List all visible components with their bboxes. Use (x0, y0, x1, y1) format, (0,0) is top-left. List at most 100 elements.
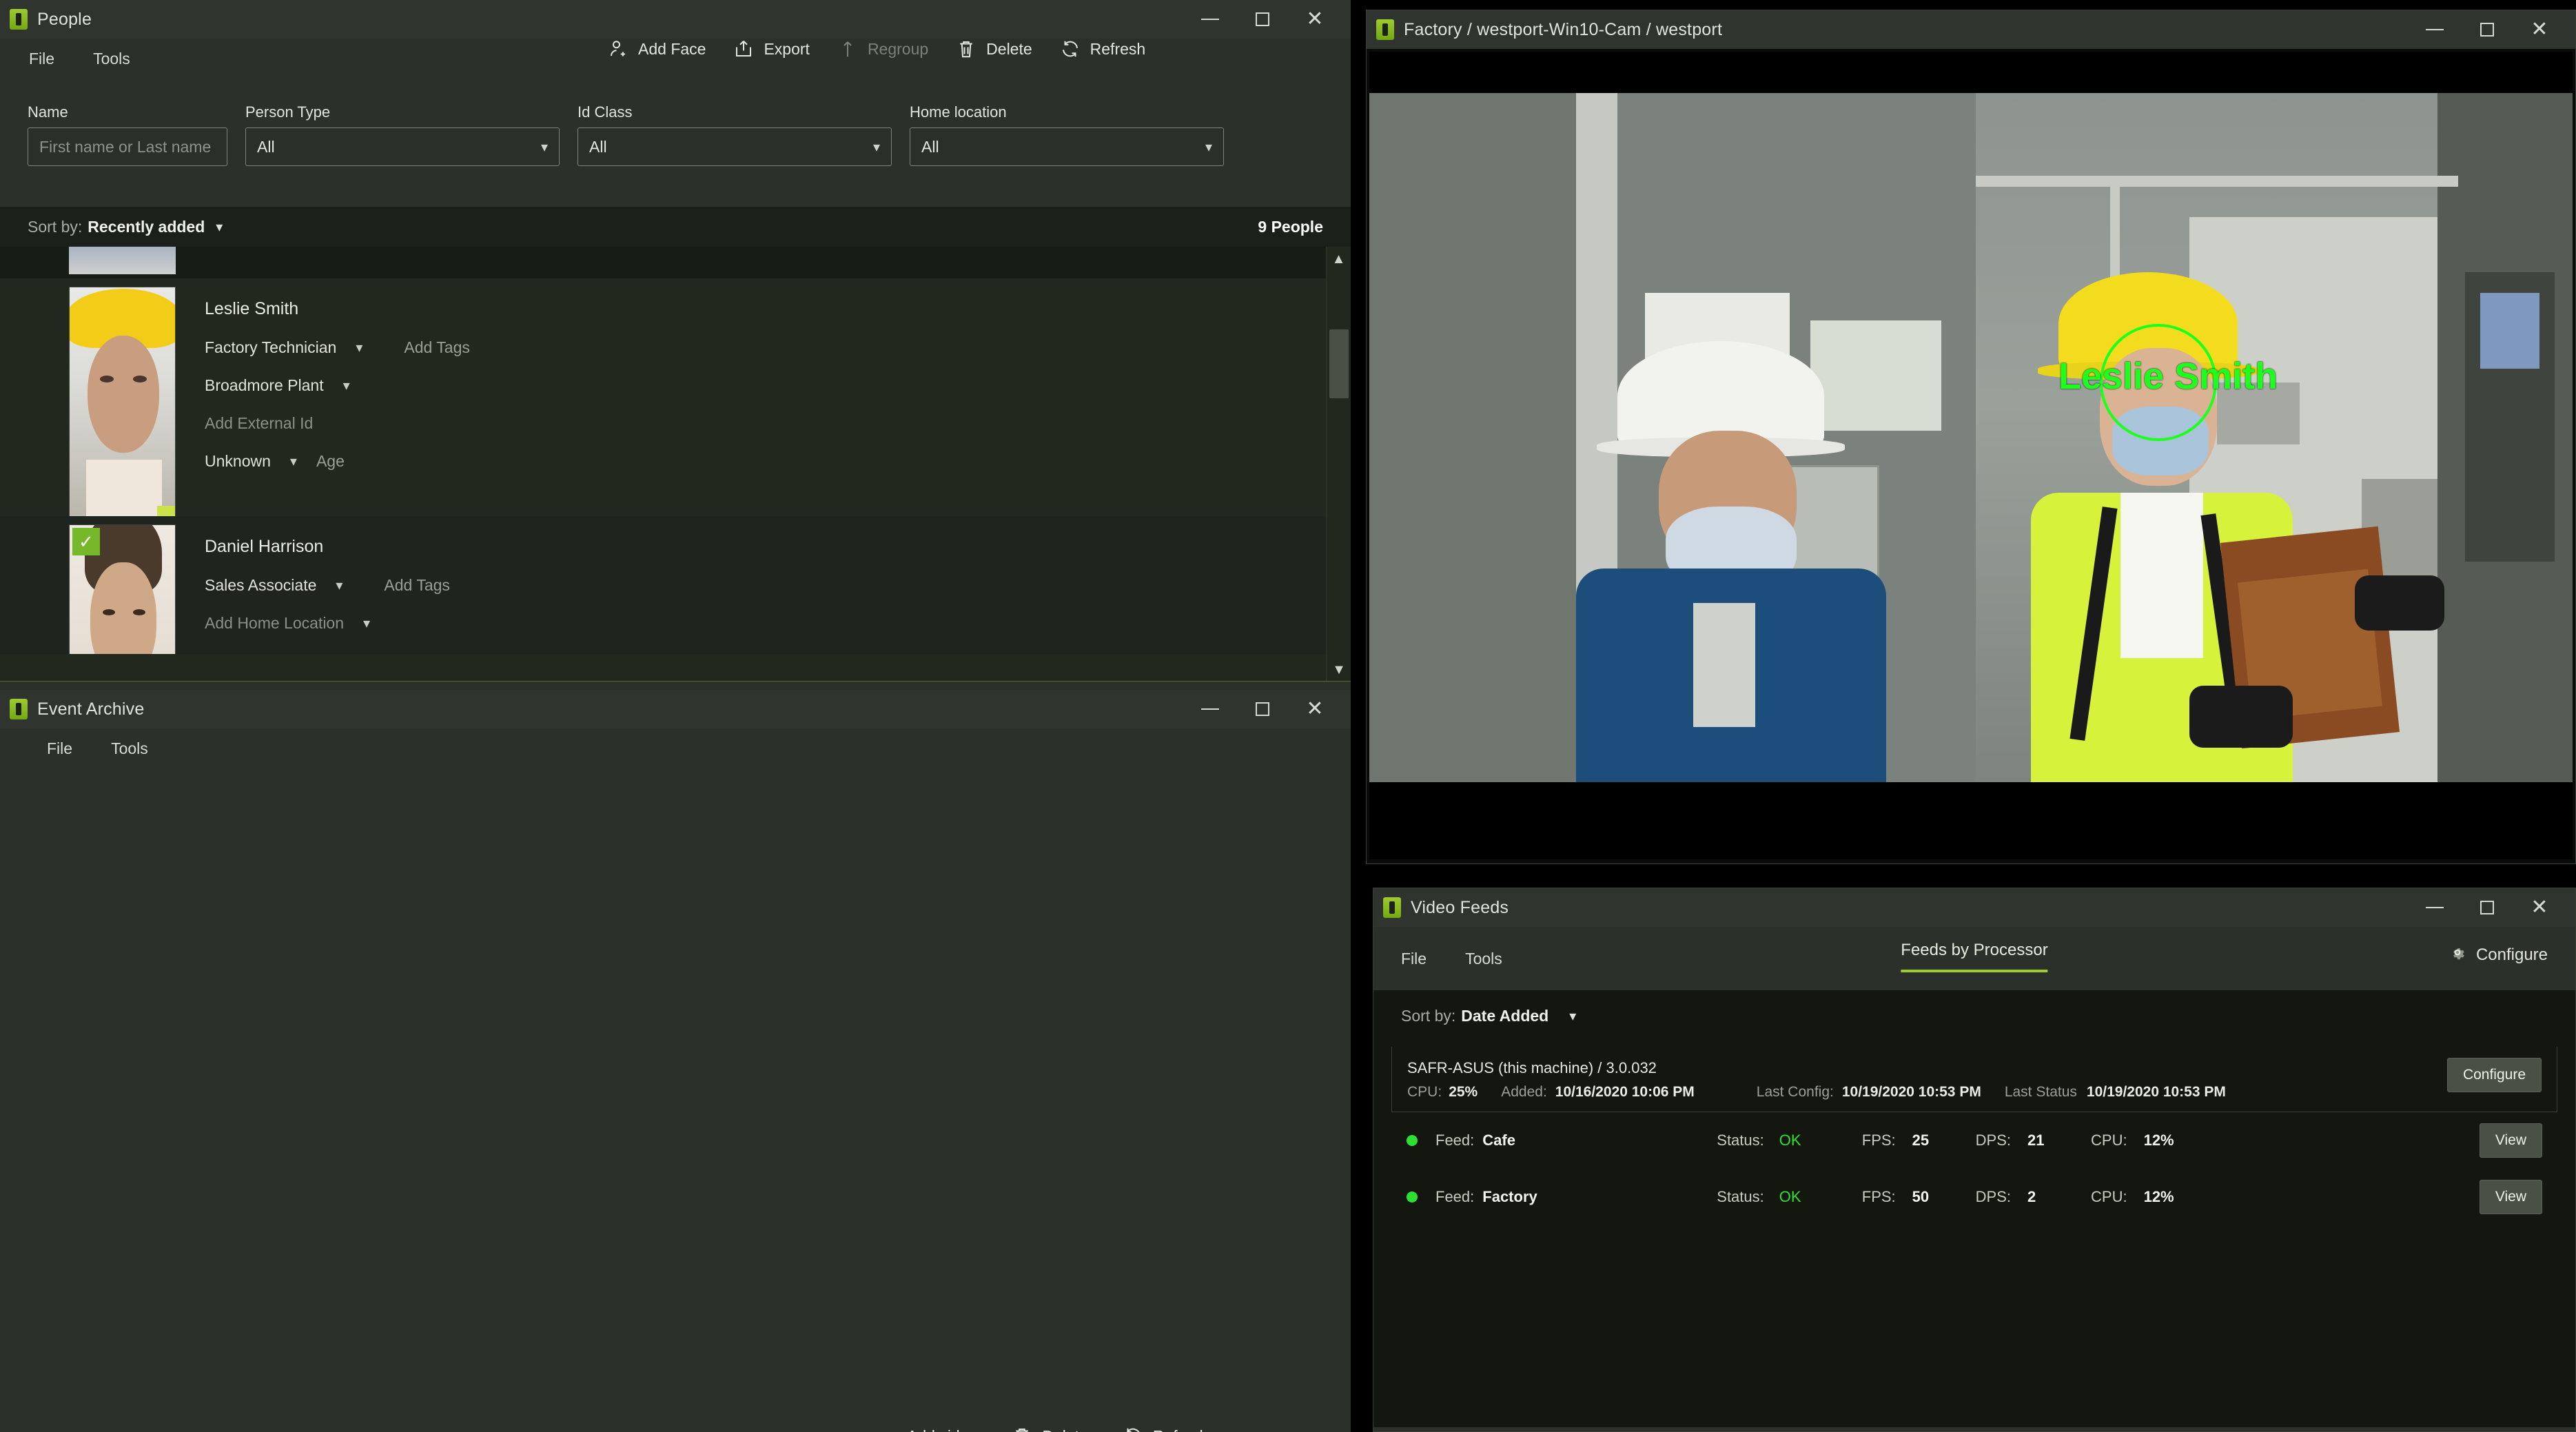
person-type-select[interactable]: All ▾ (245, 127, 560, 166)
add-external-id-button[interactable]: Add External Id (205, 414, 313, 433)
minimize-button[interactable] (1184, 690, 1236, 728)
view-feed-button[interactable]: View (2480, 1123, 2542, 1158)
table-row[interactable]: Feed: Cafe Status: OK FPS: 25 DPS: 21 CP… (1391, 1112, 2557, 1169)
name-input[interactable]: First name or Last name (28, 127, 227, 166)
export-button[interactable]: Export (732, 37, 809, 61)
person-type-value[interactable]: Factory Technician (205, 338, 336, 357)
sort-value[interactable]: Date Added (1461, 1007, 1548, 1025)
processor-card: SAFR-ASUS (this machine) / 3.0.032 CPU: … (1391, 1047, 2557, 1112)
people-count: 9 People (1258, 218, 1323, 236)
chevron-down-icon[interactable]: ▾ (356, 339, 362, 356)
menu-tools[interactable]: Tools (93, 50, 130, 68)
menu-tools[interactable]: Tools (1465, 950, 1502, 968)
cpu-label: CPU: (2091, 1188, 2127, 1206)
chevron-down-icon[interactable]: ▾ (290, 453, 297, 470)
person-type-value[interactable]: Sales Associate (205, 576, 316, 595)
fps-label: FPS: (1862, 1132, 1896, 1149)
configure-button[interactable]: Configure (2449, 943, 2548, 966)
processor-stats: CPU: 25% Added: 10/16/2020 10:06 PM Last… (1407, 1084, 2542, 1101)
refresh-button[interactable]: Refresh (1059, 37, 1146, 61)
people-list-scrollbar[interactable]: ▲ ▼ (1326, 247, 1351, 682)
chevron-down-icon[interactable]: ▾ (336, 577, 343, 594)
maximize-button[interactable] (1236, 690, 1289, 728)
video-stage[interactable]: Leslie Smith (1369, 52, 2573, 859)
chevron-down-icon[interactable]: ▾ (363, 615, 370, 632)
processor-last-config-label: Last Config: (1757, 1084, 1834, 1101)
minimize-icon (2426, 29, 2444, 30)
close-button[interactable]: ✕ (2513, 888, 2566, 927)
scrollbar-thumb[interactable] (1329, 329, 1349, 398)
chevron-down-icon[interactable]: ▾ (216, 218, 223, 236)
trash-icon (1010, 1424, 1034, 1432)
id-class-select[interactable]: All ▾ (577, 127, 892, 166)
processor-cpu-value: 25% (1449, 1084, 1478, 1101)
delete-button[interactable]: Delete (954, 37, 1032, 61)
sort-value[interactable]: Recently added (88, 218, 205, 236)
person-selected-checkbox[interactable]: ✓ (72, 528, 100, 555)
scroll-down-icon[interactable]: ▼ (1327, 657, 1351, 682)
delete-button[interactable]: Delete (1010, 1424, 1087, 1432)
person-thumbnail[interactable]: ✓ (69, 524, 176, 654)
filter-id-class-label: Id Class (577, 103, 892, 121)
chevron-down-icon[interactable]: ▾ (1569, 1007, 1576, 1025)
dps-value: 2 (2027, 1188, 2091, 1206)
filter-home-location: Home location All ▾ (910, 103, 1224, 196)
status-badge: OK (1779, 1132, 1862, 1149)
regroup-button[interactable]: Regroup (836, 37, 928, 61)
filter-name-label: Name (28, 103, 227, 121)
feed-label: Feed: (1435, 1188, 1474, 1206)
chevron-down-icon: ▾ (873, 139, 880, 156)
feed-name: Cafe (1482, 1132, 1634, 1149)
menu-file[interactable]: File (29, 50, 54, 68)
feed-status-dot-icon (1407, 1135, 1418, 1146)
home-location-select[interactable]: All ▾ (910, 127, 1224, 166)
maximize-button[interactable] (2461, 888, 2513, 927)
menu-file[interactable]: File (47, 739, 72, 758)
add-face-label: Add Face (638, 40, 706, 59)
view-feed-button[interactable]: View (2480, 1180, 2542, 1214)
filter-home-location-label: Home location (910, 103, 1224, 121)
app-logo-icon (1383, 897, 1401, 918)
person-home-location[interactable]: Broadmore Plant (205, 376, 324, 395)
processor-configure-button[interactable]: Configure (2447, 1058, 2542, 1092)
close-button[interactable]: ✕ (1289, 690, 1341, 728)
refresh-button[interactable]: Refresh (1121, 1424, 1209, 1432)
chevron-down-icon: ▾ (541, 139, 548, 156)
maximize-button[interactable] (2461, 10, 2513, 49)
app-logo-icon (10, 699, 28, 719)
id-class-value: All (589, 138, 607, 156)
table-row[interactable]: Leslie Smith Factory Technician ▾ Add Ta… (0, 278, 1351, 516)
person-thumbnail[interactable] (69, 287, 176, 524)
table-row[interactable]: Feed: Factory Status: OK FPS: 50 DPS: 2 … (1391, 1169, 2557, 1225)
menu-tools[interactable]: Tools (111, 739, 148, 758)
tab-feeds-by-processor[interactable]: Feeds by Processor (1901, 941, 2047, 972)
chevron-down-icon[interactable]: ▾ (343, 377, 350, 394)
status-badge: OK (1779, 1188, 1862, 1206)
add-video-button[interactable]: Add video (875, 1424, 977, 1432)
minimize-button[interactable] (2409, 10, 2461, 49)
close-icon: ✕ (2531, 897, 2548, 918)
feed-status-dot-icon (1407, 1191, 1418, 1203)
filter-person-type-label: Person Type (245, 103, 560, 121)
add-home-location-button[interactable]: Add Home Location (205, 614, 344, 633)
add-tags-button[interactable]: Add Tags (384, 576, 449, 595)
add-face-button[interactable]: Add Face (606, 37, 706, 61)
maximize-button[interactable] (1236, 0, 1289, 39)
sort-label: Sort by: (28, 218, 82, 236)
gear-icon (2449, 943, 2466, 966)
minimize-icon (1201, 19, 1219, 20)
scroll-up-icon[interactable]: ▲ (1327, 247, 1351, 272)
minimize-button[interactable] (2409, 888, 2461, 927)
regroup-icon (836, 37, 859, 61)
close-button[interactable]: ✕ (1289, 0, 1341, 39)
close-button[interactable]: ✕ (2513, 10, 2566, 49)
table-row[interactable]: ✓ Daniel Harrison Sales Associate ▾ Add … (0, 516, 1351, 654)
trash-icon (954, 37, 978, 61)
people-list: Leslie Smith Factory Technician ▾ Add Ta… (0, 247, 1351, 682)
person-id-class[interactable]: Unknown (205, 452, 271, 471)
menu-file[interactable]: File (1401, 950, 1427, 968)
add-tags-button[interactable]: Add Tags (404, 338, 469, 357)
minimize-button[interactable] (1184, 0, 1236, 39)
person-age[interactable]: Age (316, 452, 345, 471)
add-video-label: Add video (907, 1427, 977, 1432)
